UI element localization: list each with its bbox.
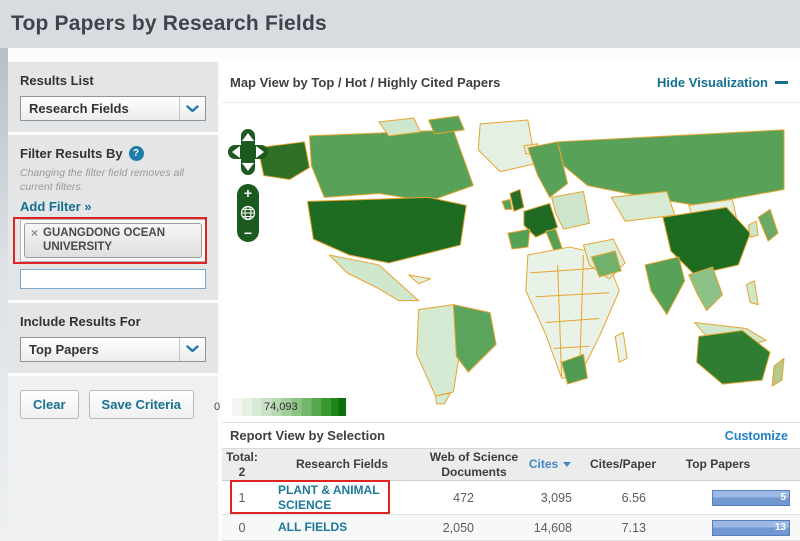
report-header: Report View by Selection Customize bbox=[222, 422, 800, 448]
page-title: Top Papers by Research Fields bbox=[11, 12, 327, 36]
cites-header-label: Cites bbox=[529, 457, 558, 471]
map-legend: 0 74,093 bbox=[214, 398, 346, 416]
chevron-down-icon bbox=[179, 338, 205, 361]
zoom-in-icon[interactable]: + bbox=[244, 186, 252, 200]
filter-section: Filter Results By ? Changing the filter … bbox=[8, 135, 218, 300]
esi-app: Top Papers by Research Fields Results Li… bbox=[0, 0, 800, 48]
save-criteria-button[interactable]: Save Criteria bbox=[89, 390, 195, 419]
zoom-out-icon[interactable]: − bbox=[244, 226, 252, 240]
column-header-research-fields[interactable]: Research Fields bbox=[262, 457, 422, 471]
criteria-buttons-section: Clear Save Criteria bbox=[8, 376, 218, 541]
cites-per-paper-value: 6.56 bbox=[574, 491, 672, 505]
legend-gradient-bar: 74,093 bbox=[222, 398, 346, 416]
results-list-selected-value: Research Fields bbox=[21, 97, 179, 120]
total-label: Total: bbox=[222, 450, 262, 465]
documents-value: 472 bbox=[422, 491, 482, 505]
globe-icon[interactable] bbox=[240, 205, 256, 221]
column-header-top-papers[interactable]: Top Papers bbox=[672, 457, 800, 471]
legend-min-label: 0 bbox=[214, 401, 224, 413]
row-rank: 1 bbox=[222, 491, 262, 505]
hide-visualization-label: Hide Visualization bbox=[657, 75, 768, 90]
remove-icon[interactable]: × bbox=[31, 227, 38, 253]
cites-value: 14,608 bbox=[482, 521, 574, 535]
map-view-title: Map View by Top / Hot / Highly Cited Pap… bbox=[230, 75, 500, 90]
top-papers-bar: 13 bbox=[712, 520, 790, 536]
world-map[interactable] bbox=[230, 105, 786, 405]
filter-tag-box: × GUANGDONG OCEAN UNIVERSITY bbox=[20, 219, 206, 261]
cites-value: 3,095 bbox=[482, 491, 574, 505]
hide-visualization-link[interactable]: Hide Visualization bbox=[657, 75, 788, 90]
column-header-documents[interactable]: Web of Science Documents bbox=[422, 450, 526, 479]
add-filter-link[interactable]: Add Filter » bbox=[20, 199, 206, 214]
table-row: 1 PLANT & ANIMAL SCIENCE 472 3,095 6.56 … bbox=[222, 481, 800, 515]
field-link[interactable]: ALL FIELDS bbox=[278, 520, 400, 534]
table-row: 0 ALL FIELDS 2,050 14,608 7.13 13 bbox=[222, 515, 800, 541]
map-header: Map View by Top / Hot / Highly Cited Pap… bbox=[222, 62, 800, 102]
include-results-section: Include Results For Top Papers bbox=[8, 303, 218, 373]
column-header-cites[interactable]: Cites bbox=[526, 457, 574, 471]
documents-value: 2,050 bbox=[422, 521, 482, 535]
map-visualization: + − 0 74,093 bbox=[222, 102, 800, 422]
left-edge-decoration bbox=[0, 48, 8, 541]
results-list-label: Results List bbox=[20, 73, 206, 88]
total-header: Total: 2 bbox=[222, 450, 262, 480]
top-papers-value: 5 bbox=[780, 492, 786, 503]
cites-per-paper-value: 7.13 bbox=[574, 521, 672, 535]
results-table: Total: 2 Research Fields Web of Science … bbox=[222, 448, 800, 541]
results-list-dropdown[interactable]: Research Fields bbox=[20, 96, 206, 121]
filter-tag[interactable]: × GUANGDONG OCEAN UNIVERSITY bbox=[24, 223, 202, 257]
customize-link[interactable]: Customize bbox=[725, 429, 788, 443]
include-results-selected-value: Top Papers bbox=[21, 338, 179, 361]
filter-results-label: Filter Results By bbox=[20, 146, 123, 161]
title-band: Top Papers by Research Fields bbox=[0, 0, 800, 48]
include-results-dropdown[interactable]: Top Papers bbox=[20, 337, 206, 362]
legend-max-label: 74,093 bbox=[264, 401, 298, 413]
zoom-control[interactable]: + − bbox=[237, 184, 259, 242]
map-controls: + − bbox=[228, 129, 268, 242]
filter-note: Changing the filter field removes all cu… bbox=[20, 167, 206, 194]
chevron-down-icon bbox=[179, 97, 205, 120]
help-icon[interactable]: ? bbox=[129, 146, 144, 161]
column-header-cites-per-paper[interactable]: Cites/Paper bbox=[574, 457, 672, 471]
report-view-title: Report View by Selection bbox=[230, 428, 385, 443]
filter-tag-label: GUANGDONG OCEAN UNIVERSITY bbox=[43, 227, 195, 253]
field-link[interactable]: PLANT & ANIMAL SCIENCE bbox=[278, 483, 400, 511]
top-papers-value: 13 bbox=[775, 522, 786, 533]
main-panel: Map View by Top / Hot / Highly Cited Pap… bbox=[222, 62, 800, 541]
results-list-section: Results List Research Fields bbox=[8, 62, 218, 132]
filter-input[interactable] bbox=[20, 269, 206, 289]
table-header-row: Total: 2 Research Fields Web of Science … bbox=[222, 448, 800, 481]
sort-arrow-icon bbox=[563, 462, 571, 467]
row-rank: 0 bbox=[222, 521, 262, 535]
minus-icon bbox=[775, 81, 788, 84]
top-papers-bar: 5 bbox=[712, 490, 790, 506]
include-results-label: Include Results For bbox=[20, 314, 206, 329]
sidebar: Results List Research Fields Filter Resu… bbox=[8, 62, 218, 541]
pan-control-icon[interactable] bbox=[228, 129, 268, 175]
total-value: 2 bbox=[222, 465, 262, 480]
clear-button[interactable]: Clear bbox=[20, 390, 79, 419]
